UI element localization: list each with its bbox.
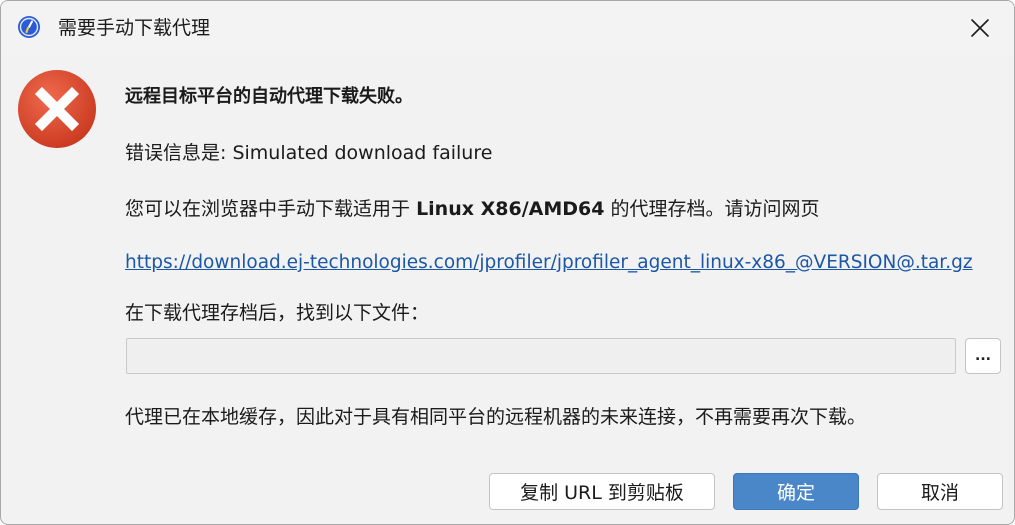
close-icon [971, 19, 989, 37]
instruction-prefix: 您可以在浏览器中手动下载适用于 [125, 198, 411, 220]
ok-button[interactable]: 确定 [733, 473, 859, 510]
agent-download-dialog: 需要手动下载代理 远程目标平台的自动代理下载失败。 错误信息是: Simulat… [0, 0, 1015, 525]
title-bar: 需要手动下载代理 [1, 1, 1014, 55]
window-title: 需要手动下载代理 [58, 17, 211, 39]
browse-button[interactable]: ... [965, 338, 1001, 374]
copy-url-button[interactable]: 复制 URL 到剪贴板 [489, 473, 715, 510]
cancel-button[interactable]: 取消 [877, 473, 1003, 510]
agent-archive-path-field[interactable] [126, 338, 956, 374]
download-instruction: 您可以在浏览器中手动下载适用于 Linux X86/AMD64 的代理存档。请访… [125, 197, 820, 221]
error-heading: 远程目标平台的自动代理下载失败。 [125, 86, 413, 107]
instruction-suffix: 的代理存档。请访问网页 [610, 198, 820, 220]
jprofiler-app-icon [17, 15, 41, 39]
find-file-label: 在下载代理存档后，找到以下文件： [125, 302, 430, 324]
close-button[interactable] [956, 8, 1004, 48]
error-message: 错误信息是: Simulated download failure [125, 142, 493, 164]
error-icon [17, 69, 97, 149]
platform-name: Linux X86/AMD64 [416, 198, 605, 220]
download-url-link[interactable]: https://download.ej-technologies.com/jpr… [125, 251, 973, 275]
cache-note: 代理已在本地缓存，因此对于具有相同平台的远程机器的未来连接，不再需要再次下载。 [125, 406, 867, 428]
